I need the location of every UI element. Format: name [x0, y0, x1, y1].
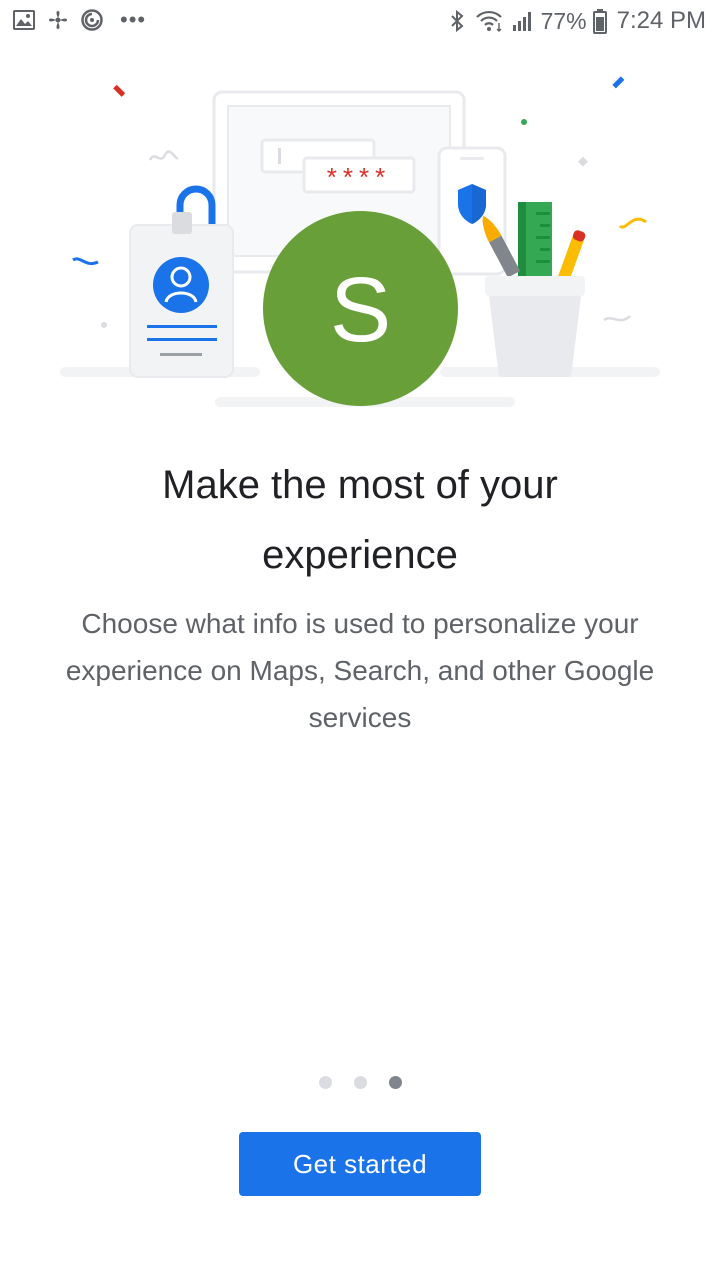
pencil-icon	[557, 230, 586, 283]
page-title-line-2: experience	[262, 533, 458, 577]
page-indicator	[0, 1076, 720, 1089]
page-dot-1	[318, 1076, 332, 1089]
signal-icon	[511, 9, 535, 33]
avatar: S	[263, 211, 458, 406]
image-icon	[12, 8, 36, 32]
page-dot-2	[353, 1076, 367, 1089]
status-bar-right: 77% 7:24 PM	[445, 6, 706, 36]
avatar-letter: S	[329, 258, 392, 361]
bluetooth-icon	[445, 9, 469, 33]
clock: 7:24 PM	[616, 7, 706, 34]
battery-percent: 77%	[540, 8, 587, 34]
pencil-cup-graphic	[482, 202, 586, 377]
status-bar-left: •••	[12, 8, 146, 32]
password-mask: ****	[327, 162, 391, 192]
fan-icon	[46, 8, 70, 32]
get-started-button[interactable]: Get started	[239, 1132, 481, 1196]
status-bar: ••• 77% 7:24 PM	[0, 0, 720, 42]
page-title-line-1: Make the most of your	[162, 463, 558, 507]
page-dot-3-active	[388, 1076, 402, 1089]
phone-graphic	[437, 146, 507, 276]
hero-illustration: **** S	[0, 60, 720, 420]
battery-icon	[592, 9, 607, 34]
sync-icon	[80, 8, 104, 32]
page-title: Make the most of your experience	[40, 450, 680, 590]
more-dots-icon: •••	[120, 7, 147, 32]
page-description: Choose what info is used to personalize …	[65, 608, 655, 733]
wifi-icon	[475, 9, 505, 33]
